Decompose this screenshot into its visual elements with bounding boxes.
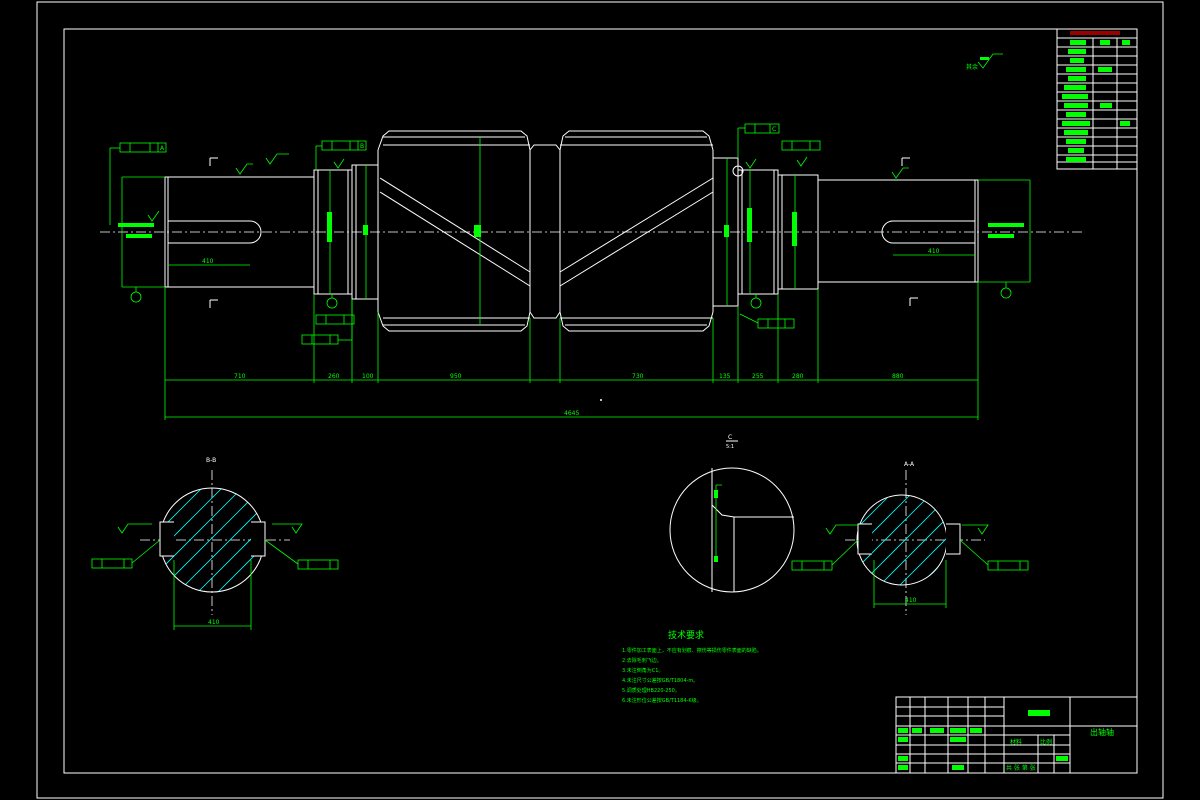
title-block: 共 张 第 张 比例 材料 出轴轴 — [895, 696, 1138, 774]
parameter-table — [1056, 28, 1138, 170]
section-left-width: 410 — [208, 619, 220, 626]
technical-notes: 技术要求 1.零件加工表面上，不应有划痕、擦伤等损伤零件表面的缺陷。 2.去除毛… — [622, 629, 762, 704]
note-2: 2.去除毛刺飞边。 — [622, 657, 662, 664]
note-1: 1.零件加工表面上，不应有划痕、擦伤等损伤零件表面的缺陷。 — [622, 647, 762, 654]
dimension-layer: 410 410 710 260 100 950 730 135 255 280 … — [109, 123, 1031, 420]
note-4: 4.未注尺寸公差按GB/T1804-m。 — [622, 677, 698, 684]
section-left-label: B-B — [206, 457, 216, 464]
dim-7: 255 — [752, 373, 764, 380]
sheet-inner-border — [63, 28, 1138, 774]
detail-c-scale: 5:1 — [726, 444, 734, 450]
dim-key-right: 410 — [928, 248, 940, 255]
note-6: 6.未注形位公差按GB/T1184-K级。 — [622, 697, 702, 704]
dim-key-left: 410 — [202, 258, 214, 265]
detail-view-c: C 5:1 — [669, 434, 795, 593]
dim-2: 260 — [328, 373, 340, 380]
section-right-label: A-A — [904, 461, 915, 468]
dim-4: 950 — [450, 373, 462, 380]
detail-c-label: C — [728, 434, 732, 441]
datum-b-label: B — [360, 143, 364, 150]
notes-heading: 技术要求 — [668, 629, 704, 641]
section-right-width: 410 — [905, 597, 917, 604]
title-block-scale-label: 比例 — [1040, 738, 1052, 746]
section-view-right: A-A 410 — [791, 461, 1029, 615]
dim-8: 280 — [792, 373, 804, 380]
datum-c-label: C — [772, 126, 776, 133]
dim-3: 100 — [362, 373, 374, 380]
title-block-part-name: 出轴轴 — [1090, 727, 1114, 737]
title-block-material-label: 材料 — [1010, 738, 1022, 746]
dim-1: 710 — [234, 373, 246, 380]
shaft-main-view — [100, 130, 1085, 332]
global-roughness-mark: 其余 — [966, 53, 1003, 71]
note-5: 5.调质处理HB220-250。 — [622, 687, 680, 694]
roughness-note: 其余 — [966, 63, 978, 71]
title-block-sheet: 共 张 第 张 — [1006, 764, 1036, 772]
dim-6: 135 — [719, 373, 731, 380]
dim-overall: 4645 — [564, 410, 579, 417]
dim-9: 880 — [892, 373, 904, 380]
datum-a-label: A — [160, 145, 165, 152]
engineering-drawing: 其余 410 410 710 260 100 950 730 135 255 2… — [36, 1, 1164, 799]
dim-5: 730 — [632, 373, 644, 380]
section-view-left: B-B 410 — [91, 457, 339, 630]
note-3: 3.未注倒角为C1。 — [622, 667, 663, 674]
